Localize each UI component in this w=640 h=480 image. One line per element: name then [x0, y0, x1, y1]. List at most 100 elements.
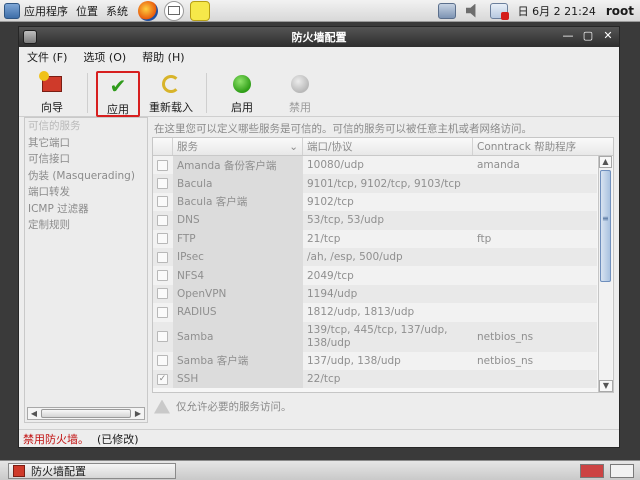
row-check-cell [153, 196, 173, 208]
nav-custom-rules[interactable]: 定制规则 [25, 217, 147, 234]
applications-label: 应用程序 [24, 4, 68, 18]
scroll-thumb[interactable] [600, 170, 611, 282]
row-check-cell [153, 159, 173, 171]
service-checkbox[interactable] [157, 159, 168, 171]
service-checkbox[interactable] [157, 178, 168, 190]
user-name[interactable]: root [606, 4, 634, 18]
maximize-icon[interactable]: ▢ [581, 29, 595, 43]
nav-port-forwarding[interactable]: 端口转发 [25, 184, 147, 201]
port-cell: 139/tcp, 445/tcp, 137/udp, 138/udp [307, 323, 448, 349]
workspace-2[interactable] [610, 463, 634, 478]
service-cell: OpenVPN [173, 284, 303, 304]
clock[interactable]: 日 6月 2 21:24 [518, 3, 596, 19]
scroll-right-icon[interactable]: ▶ [132, 409, 144, 418]
window-titlebar[interactable]: 防火墙配置 — ▢ ✕ [19, 27, 619, 47]
service-cell: Amanda 备份客户端 [173, 156, 303, 175]
service-cell: Samba 客户端 [173, 351, 303, 370]
service-checkbox[interactable] [157, 288, 168, 300]
table-vertical-scrollbar[interactable]: ▲ ≡ ▼ [598, 156, 613, 392]
conntrack-cell: netbios_ns [477, 330, 534, 343]
places-menu[interactable]: 位置 [72, 0, 102, 22]
wizard-label: 向导 [41, 101, 63, 114]
port-cell: 1812/udp, 1813/udp [307, 306, 415, 319]
scroll-down-icon[interactable]: ▼ [599, 380, 613, 392]
service-checkbox[interactable] [157, 355, 168, 367]
system-menu[interactable]: 系统 [102, 0, 132, 22]
menu-help[interactable]: 帮助 (H) [142, 49, 184, 65]
table-row[interactable]: RADIUS 1812/udp, 1813/udp [153, 303, 597, 322]
header-port[interactable]: 端口/协议 [303, 138, 473, 155]
apply-button[interactable]: ✔ 应用 [96, 71, 140, 117]
nav-icmp-filter[interactable]: ICMP 过滤器 [25, 201, 147, 218]
service-checkbox[interactable] [157, 233, 168, 245]
nav-trusted-services[interactable]: 可信的服务 [25, 118, 147, 135]
service-checkbox[interactable] [157, 214, 168, 226]
table-row[interactable]: ✓ SSH 22/tcp [153, 369, 597, 389]
service-cell: IPsec [173, 247, 303, 267]
reload-button[interactable]: 重新载入 [144, 71, 198, 117]
service-checkbox[interactable] [157, 196, 168, 208]
table-row[interactable]: FTP 21/tcp ftp [153, 229, 597, 248]
row-check-cell [153, 288, 173, 300]
workspace-1[interactable] [580, 463, 604, 478]
table-row[interactable]: Amanda 备份客户端 10080/udp amanda [153, 156, 597, 175]
window-menu-icon[interactable] [23, 30, 37, 44]
text-editor-icon[interactable] [190, 0, 210, 21]
email-icon[interactable] [164, 0, 184, 21]
disable-button[interactable]: 禁用 [273, 71, 327, 117]
services-description: 在这里您可以定义哪些服务是可信的。可信的服务可以被任意主机或者网络访问。 [154, 123, 532, 135]
enable-button[interactable]: 启用 [215, 71, 269, 117]
service-cell: NFS4 [173, 266, 303, 285]
row-check-cell [153, 178, 173, 190]
table-row[interactable]: Bacula 客户端 9102/tcp [153, 192, 597, 212]
port-cell: 137/udp, 138/udp [307, 354, 401, 367]
network-icon[interactable] [437, 2, 456, 19]
table-row[interactable]: DNS 53/tcp, 53/udp [153, 211, 597, 230]
updates-icon[interactable] [489, 2, 509, 20]
service-checkbox[interactable] [157, 331, 168, 343]
scroll-grip-icon: ≡ [602, 214, 609, 223]
table-row[interactable]: OpenVPN 1194/udp [153, 284, 597, 304]
port-cell: 9102/tcp [307, 195, 354, 208]
category-list: 可信的服务 其它端口 可信接口 伪装 (Masquerading) 端口转发 I… [24, 117, 148, 423]
left-horizontal-scrollbar[interactable]: ◀ ▶ [27, 407, 145, 420]
service-checkbox[interactable]: ✓ [157, 373, 168, 385]
table-row[interactable]: Bacula 9101/tcp, 9102/tcp, 9103/tcp [153, 174, 597, 193]
toolbar-separator [87, 73, 88, 113]
nav-trusted-interfaces[interactable]: 可信接口 [25, 151, 147, 168]
close-icon[interactable]: ✕ [601, 29, 615, 43]
modified-status: (已修改) [97, 432, 139, 446]
service-cell: Samba [173, 321, 303, 352]
firefox-icon[interactable] [138, 0, 158, 21]
window-title: 防火墙配置 [291, 31, 347, 44]
port-cell: 53/tcp, 53/udp [307, 214, 385, 227]
service-checkbox[interactable] [157, 251, 168, 263]
wizard-button[interactable]: 向导 [25, 71, 79, 117]
minimize-icon[interactable]: — [561, 29, 575, 43]
service-checkbox[interactable] [157, 270, 168, 282]
table-row[interactable]: NFS4 2049/tcp [153, 266, 597, 285]
reload-label: 重新载入 [149, 101, 193, 114]
menu-file[interactable]: 文件 (F) [27, 49, 67, 65]
scroll-thumb[interactable] [41, 409, 131, 418]
scroll-left-icon[interactable]: ◀ [28, 409, 40, 418]
table-row[interactable]: Samba 139/tcp, 445/tcp, 137/udp, 138/udp n… [153, 321, 597, 352]
system-label: 系统 [106, 4, 128, 18]
table-row[interactable]: Samba 客户端 137/udp, 138/udp netbios_ns [153, 351, 597, 370]
service-checkbox[interactable] [157, 306, 168, 318]
header-conntrack[interactable]: Conntrack 帮助程序 [473, 138, 597, 155]
applications-menu[interactable]: 应用程序 [0, 0, 72, 22]
volume-icon[interactable] [465, 3, 476, 18]
nav-other-ports[interactable]: 其它端口 [25, 135, 147, 152]
taskbar-window-button[interactable]: 防火墙配置 [8, 462, 176, 479]
menu-options[interactable]: 选项 (O) [83, 49, 126, 65]
scroll-up-icon[interactable]: ▲ [599, 156, 612, 168]
checkmark-icon: ✔ [109, 74, 127, 98]
table-header: 服务 ⌄ 端口/协议 Conntrack 帮助程序 [153, 138, 613, 156]
table-rows: Amanda 备份客户端 10080/udp amanda Bacula 9101/tc… [153, 156, 597, 392]
header-service[interactable]: 服务 ⌄ [173, 138, 303, 155]
port-cell: 22/tcp [307, 373, 341, 386]
disable-label: 禁用 [289, 101, 311, 114]
table-row[interactable]: IPsec/ah, /esp, 500/udp [153, 247, 597, 267]
nav-masquerading[interactable]: 伪装 (Masquerading) [25, 168, 147, 185]
